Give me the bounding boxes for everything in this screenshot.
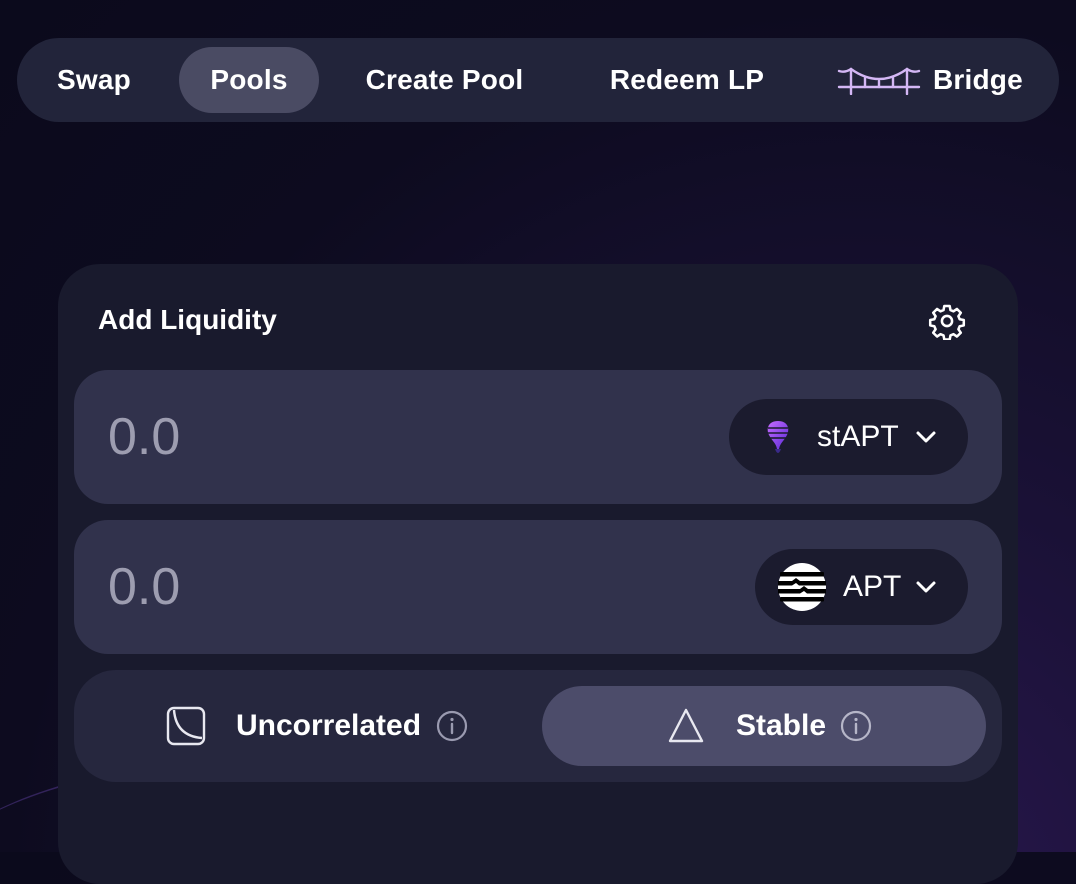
bridge-icon xyxy=(837,67,921,95)
curve-label-uncorrelated: Uncorrelated xyxy=(236,709,422,742)
uncorrelated-curve-icon xyxy=(166,706,206,746)
curve-option-uncorrelated[interactable]: Uncorrelated xyxy=(84,686,534,766)
nav-tab-bridge[interactable]: Bridge xyxy=(827,47,1042,113)
info-icon[interactable] xyxy=(436,710,468,742)
token-name-apt: APT xyxy=(843,570,902,603)
chevron-down-icon xyxy=(916,581,936,593)
amount-input-apt[interactable] xyxy=(108,556,668,618)
chevron-down-icon xyxy=(916,431,936,443)
info-icon[interactable] xyxy=(840,710,872,742)
nav-tab-redeem-lp[interactable]: Redeem LP xyxy=(577,47,797,113)
token-input-row-1: stAPT xyxy=(74,370,1002,504)
curve-label-stable: Stable xyxy=(736,709,827,742)
top-nav: Swap Pools Create Pool Redeem LP Bridge xyxy=(17,38,1059,122)
amount-input-stapt[interactable] xyxy=(108,406,668,468)
nav-bridge-label: Bridge xyxy=(933,64,1023,95)
curve-option-stable[interactable]: Stable xyxy=(542,686,986,766)
token-select-apt[interactable]: APT xyxy=(755,549,968,625)
nav-tab-pools[interactable]: Pools xyxy=(179,47,319,113)
stable-triangle-icon xyxy=(668,708,704,743)
nav-tab-create-pool[interactable]: Create Pool xyxy=(337,47,552,113)
gear-icon[interactable] xyxy=(928,302,966,340)
token-name-stapt: stAPT xyxy=(817,420,899,453)
curve-type-selector: Uncorrelated Stable xyxy=(74,670,1002,782)
add-liquidity-card: Add Liquidity 0.0 stAPT 0.0 APT Uncorrel… xyxy=(58,264,1018,884)
token-select-stapt[interactable]: stAPT xyxy=(729,399,968,475)
card-title: Add Liquidity xyxy=(98,304,277,335)
apt-token-icon xyxy=(778,563,826,611)
token-input-row-2: APT xyxy=(74,520,1002,654)
nav-tab-swap[interactable]: Swap xyxy=(37,47,151,113)
stapt-token-icon xyxy=(767,421,789,453)
